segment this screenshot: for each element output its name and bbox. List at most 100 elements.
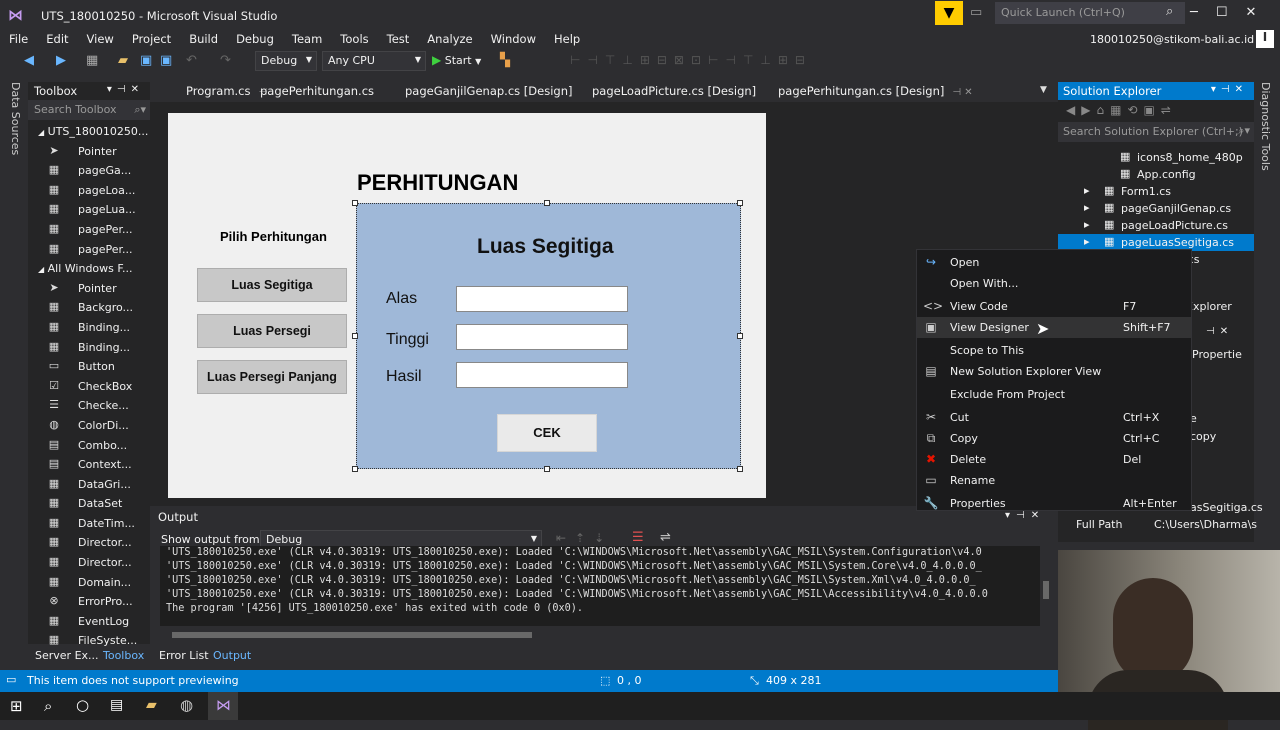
task-view-icon[interactable]: ▤ xyxy=(110,697,123,713)
menu-window[interactable]: Window xyxy=(482,30,545,48)
context-menu-item-rename[interactable]: ▭ Rename xyxy=(917,470,1191,491)
properties-panel-controls[interactable]: ⊣✕ xyxy=(1206,326,1233,337)
clear-all-icon[interactable]: ☰ xyxy=(632,530,644,545)
toolbox-item[interactable]: ▦ DateTim... xyxy=(28,514,150,534)
window-controls[interactable]: ─☐✕ xyxy=(1190,5,1274,20)
expand-arrow-icon[interactable]: ▸ xyxy=(1084,218,1090,231)
menu-file[interactable]: File xyxy=(0,30,37,48)
toolbox-item[interactable]: ▦ Domain... xyxy=(28,573,150,593)
cek-button[interactable]: CEK xyxy=(497,414,597,452)
toolbox-search-input[interactable]: Search Toolbox ⌕▾ xyxy=(28,100,150,120)
toolbox-item[interactable]: ◍ ColorDi... xyxy=(28,416,150,436)
tab-4[interactable]: pageLoadPicture.cs [Design] xyxy=(592,84,764,98)
output-tab[interactable]: Output xyxy=(213,649,251,662)
toolbox-item[interactable]: ▦ pageLoa... xyxy=(28,181,150,201)
menu-test[interactable]: Test xyxy=(378,30,419,48)
windows-start-icon[interactable]: ⊞ xyxy=(10,697,23,715)
resize-handle[interactable] xyxy=(352,200,358,206)
server-explorer-tab[interactable]: Server Ex... xyxy=(35,649,99,662)
context-menu-item-scope-to-this[interactable]: Scope to This xyxy=(917,340,1191,361)
toolbox-item[interactable]: ▦ EventLog xyxy=(28,612,150,632)
expand-arrow-icon[interactable]: ▸ xyxy=(1084,184,1090,197)
toolbox-group[interactable]: ◢ All Windows F... xyxy=(28,259,150,279)
expand-arrow-icon[interactable]: ▸ xyxy=(1084,201,1090,214)
context-menu-item-view-designer[interactable]: ▣ View Designer Shift+F7 xyxy=(917,317,1191,338)
toolbox-item[interactable]: ▦ pagePer... xyxy=(28,220,150,240)
solution-item[interactable]: ▦ App.config xyxy=(1058,166,1254,183)
layout-toolbar-icons[interactable]: ⊢⊣⊤⊥⊞⊟⊠⊡⊢⊣⊤⊥⊞⊟ xyxy=(570,53,812,67)
search-icon[interactable]: ⌕ xyxy=(44,697,52,715)
file-explorer-icon[interactable]: ▰ xyxy=(146,697,157,713)
luas-persegi-button[interactable]: Luas Persegi xyxy=(197,314,347,348)
toolbox-item[interactable]: ➤ Pointer xyxy=(28,142,150,162)
save-icon[interactable]: ▣ xyxy=(140,53,152,68)
diagnostic-tools-tab[interactable]: Diagnostic Tools xyxy=(1259,82,1272,171)
open-folder-icon[interactable]: ▰ xyxy=(118,53,128,68)
toolbox-item[interactable]: ▦ Binding... xyxy=(28,338,150,358)
context-menu-item-cut[interactable]: ✂ Cut Ctrl+X xyxy=(917,407,1191,428)
tab-5[interactable]: pagePerhitungan.cs [Design] ⊣ ✕ xyxy=(778,84,973,98)
word-wrap-icon[interactable]: ⇌ xyxy=(660,530,671,545)
toolbox-item[interactable]: ▤ Combo... xyxy=(28,436,150,456)
tab-3[interactable]: pageGanjilGenap.cs [Design] xyxy=(405,84,580,98)
solution-item[interactable]: ▦ icons8_home_480p xyxy=(1058,149,1254,166)
expand-arrow-icon[interactable]: ▸ xyxy=(1084,235,1090,248)
cortana-icon[interactable]: ○ xyxy=(76,696,89,714)
menu-project[interactable]: Project xyxy=(123,30,180,48)
account-email[interactable]: 180010250@stikom-bali.ac.id xyxy=(1090,33,1254,46)
menu-build[interactable]: Build xyxy=(180,30,227,48)
toolbox-item[interactable]: ☑ CheckBox xyxy=(28,377,150,397)
menu-debug[interactable]: Debug xyxy=(227,30,283,48)
alas-textbox[interactable] xyxy=(456,286,628,312)
feedback-icon[interactable]: ▭ xyxy=(970,5,982,20)
context-menu-item-open-with[interactable]: Open With... xyxy=(917,273,1191,294)
partial-explorer-tab[interactable]: Explorer xyxy=(1186,300,1232,313)
redo-icon[interactable]: ↷ xyxy=(220,53,231,68)
panel-controls[interactable]: ▾⊣✕ xyxy=(1211,84,1248,95)
menu-view[interactable]: View xyxy=(78,30,123,48)
solution-item[interactable]: ▸ ▦ Form1.cs xyxy=(1058,183,1254,200)
forward-icon[interactable]: ▶ xyxy=(56,53,66,68)
resize-handle[interactable] xyxy=(544,466,550,472)
tab-pin-icon[interactable]: ⊣ ✕ xyxy=(952,87,972,98)
configuration-select[interactable]: Debug ▼ xyxy=(255,51,317,71)
resize-handle[interactable] xyxy=(352,466,358,472)
undo-icon[interactable]: ↶ xyxy=(186,53,197,68)
solution-explorer-search-input[interactable]: Search Solution Explorer (Ctrl+;) ⌕▾ xyxy=(1058,122,1254,142)
error-list-tab[interactable]: Error List xyxy=(159,649,209,662)
quick-launch-input[interactable]: Quick Launch (Ctrl+Q) xyxy=(995,2,1185,24)
resize-handle[interactable] xyxy=(737,200,743,206)
output-horizontal-scrollbar[interactable] xyxy=(160,628,1040,642)
visual-studio-taskbar-button[interactable]: ⋈ xyxy=(208,692,238,720)
toolbox-item[interactable]: ▭ Button xyxy=(28,357,150,377)
toolbox-item[interactable]: ☰ Checke... xyxy=(28,396,150,416)
context-menu-item-view-code[interactable]: <> View Code F7 xyxy=(917,296,1191,317)
resize-handle[interactable] xyxy=(737,333,743,339)
save-all-icon[interactable]: ▣ xyxy=(160,53,172,68)
back-icon[interactable]: ◀ xyxy=(24,53,34,68)
menu-tools[interactable]: Tools xyxy=(331,30,377,48)
data-sources-tab[interactable]: Data Sources xyxy=(9,82,22,155)
toolbox-group[interactable]: ◢ UTS_180010250... xyxy=(28,122,150,142)
context-menu-item-properties[interactable]: 🔧 Properties Alt+Enter xyxy=(917,493,1191,514)
toolbox-tab[interactable]: Toolbox xyxy=(103,649,144,662)
toolbox-item[interactable]: ▦ Director... xyxy=(28,553,150,573)
chrome-icon[interactable]: ◍ xyxy=(180,696,193,714)
account-avatar[interactable]: I xyxy=(1256,30,1274,48)
toolbox-item[interactable]: ▦ Binding... xyxy=(28,318,150,338)
resize-handle[interactable] xyxy=(544,200,550,206)
toolbox-item[interactable]: ⊗ ErrorPro... xyxy=(28,592,150,612)
solution-item[interactable]: ▸ ▦ pageGanjilGenap.cs xyxy=(1058,200,1254,217)
toolbox-item[interactable]: ▦ pageLua... xyxy=(28,200,150,220)
toolbox-item[interactable]: ➤ Pointer xyxy=(28,279,150,299)
platform-select[interactable]: Any CPU ▼ xyxy=(322,51,426,71)
search-icon[interactable]: ⌕ xyxy=(1166,4,1173,19)
output-toolbar-icons[interactable]: ⇤⇡⇣ xyxy=(556,531,613,545)
toolbox-item[interactable]: ▦ pageGa... xyxy=(28,161,150,181)
panel-controls[interactable]: ▾⊣✕ xyxy=(107,84,144,95)
toolbox-item[interactable]: ▦ Backgro... xyxy=(28,298,150,318)
tab-2[interactable]: pagePerhitungan.cs xyxy=(260,84,382,98)
luas-segitiga-button[interactable]: Luas Segitiga xyxy=(197,268,347,302)
new-project-icon[interactable]: ▦ xyxy=(86,53,98,68)
tab-1[interactable]: Program.cs ⊣ xyxy=(186,84,267,98)
